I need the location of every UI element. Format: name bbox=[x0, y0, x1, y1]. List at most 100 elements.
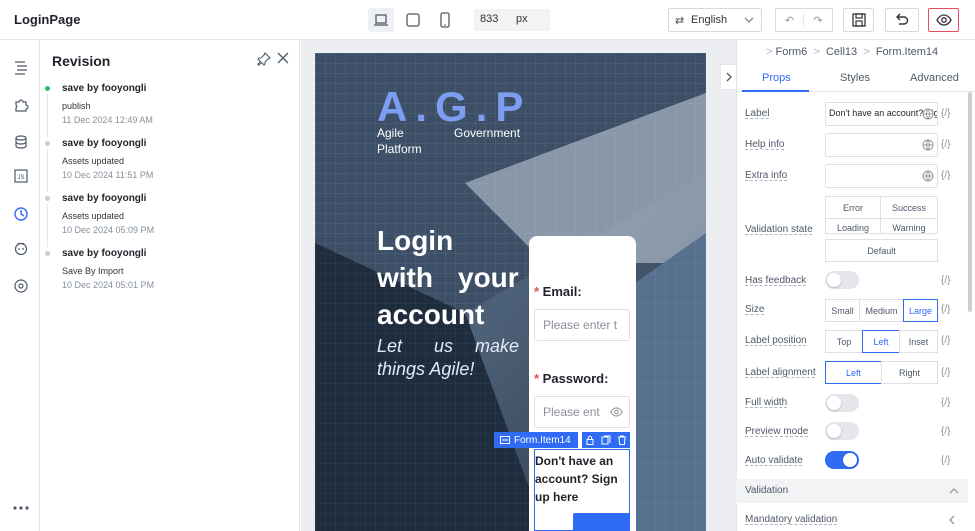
preview-button[interactable] bbox=[928, 8, 959, 32]
globe-icon[interactable] bbox=[922, 108, 934, 120]
globe-icon[interactable] bbox=[922, 139, 934, 151]
validation-warning-option[interactable]: Warning bbox=[880, 218, 938, 234]
mobile-view-button[interactable] bbox=[432, 8, 458, 32]
laptop-icon bbox=[374, 14, 388, 26]
revision-dot bbox=[45, 196, 50, 201]
robot-icon[interactable] bbox=[12, 239, 30, 257]
revision-item[interactable]: save by fooyongli Assets updated 10 Dec … bbox=[40, 137, 300, 192]
globe-icon[interactable] bbox=[922, 170, 934, 182]
publish-button[interactable] bbox=[885, 8, 919, 32]
position-top-option[interactable]: Top bbox=[825, 330, 863, 353]
lock-icon[interactable] bbox=[585, 435, 595, 445]
binding-toggle[interactable]: {/} bbox=[941, 397, 950, 408]
auto-validate-toggle[interactable] bbox=[825, 451, 859, 469]
tagline-platform: Platform bbox=[377, 142, 422, 156]
scrollbar[interactable] bbox=[968, 92, 972, 312]
binding-toggle[interactable]: {/} bbox=[941, 426, 950, 437]
revision-time: 10 Dec 2024 11:51 PM bbox=[62, 170, 154, 180]
datasource-icon[interactable] bbox=[12, 133, 30, 151]
tab-advanced[interactable]: Advanced bbox=[910, 72, 959, 84]
timeline-line bbox=[47, 204, 48, 247]
copy-icon[interactable] bbox=[601, 435, 611, 445]
prop-label-label: Label bbox=[745, 108, 770, 119]
has-feedback-toggle[interactable] bbox=[825, 271, 859, 289]
revision-description: Assets updated bbox=[62, 211, 125, 221]
binding-toggle[interactable]: {/} bbox=[941, 275, 950, 286]
tab-props[interactable]: Props bbox=[762, 72, 791, 84]
compass-icon[interactable] bbox=[12, 277, 30, 295]
extra-info-input[interactable] bbox=[825, 164, 938, 188]
validation-section-title: Validation bbox=[745, 485, 789, 496]
eye-icon[interactable] bbox=[610, 407, 623, 417]
revision-time: 10 Dec 2024 05:09 PM bbox=[62, 225, 155, 235]
revision-item[interactable]: save by fooyongli publish 11 Dec 2024 12… bbox=[40, 82, 300, 137]
validation-error-option[interactable]: Error bbox=[825, 196, 881, 219]
tagline-agile: Agile bbox=[377, 126, 404, 140]
undo-icon[interactable]: ↶ bbox=[776, 13, 805, 27]
size-large-option[interactable]: Large bbox=[903, 299, 938, 322]
align-left-option[interactable]: Left bbox=[825, 361, 882, 384]
validation-default-option[interactable]: Default bbox=[825, 239, 938, 262]
binding-toggle[interactable]: {/} bbox=[941, 139, 950, 150]
signup-link-text[interactable]: Don't have an account? Sign up here bbox=[535, 452, 629, 506]
subtitle-make: make bbox=[475, 336, 520, 356]
more-icon[interactable] bbox=[12, 499, 30, 517]
subtitle-us: us bbox=[434, 336, 454, 356]
size-small-option[interactable]: Small bbox=[825, 299, 860, 322]
desktop-view-button[interactable] bbox=[368, 8, 394, 32]
heading-with: with bbox=[377, 262, 433, 293]
js-code-icon[interactable]: JS bbox=[12, 167, 30, 185]
revision-item[interactable]: save by fooyongli Assets updated 10 Dec … bbox=[40, 192, 300, 247]
breadcrumb-item[interactable]: Form6 bbox=[776, 46, 808, 58]
submit-button[interactable] bbox=[573, 513, 630, 531]
binding-toggle[interactable]: {/} bbox=[941, 108, 950, 119]
size-medium-option[interactable]: Medium bbox=[859, 299, 904, 322]
password-field[interactable]: Please ent bbox=[534, 396, 630, 428]
revision-title: Revision bbox=[52, 53, 111, 69]
delete-icon[interactable] bbox=[617, 435, 627, 445]
help-info-input[interactable] bbox=[825, 133, 938, 157]
position-inset-option[interactable]: Inset bbox=[899, 330, 938, 353]
prop-auto-validate-label: Auto validate bbox=[745, 455, 803, 466]
binding-toggle[interactable]: {/} bbox=[941, 170, 950, 181]
breadcrumb-item[interactable]: Form.Item14 bbox=[876, 46, 938, 58]
label-input[interactable]: Don't have an account? Sign bbox=[825, 102, 938, 126]
components-puzzle-icon[interactable] bbox=[12, 96, 30, 114]
history-clock-icon[interactable] bbox=[12, 205, 30, 223]
position-left-option[interactable]: Left bbox=[862, 330, 900, 353]
revision-item[interactable]: save by fooyongli Save By Import 10 Dec … bbox=[40, 247, 300, 302]
revision-dot bbox=[45, 86, 50, 91]
timeline-line bbox=[47, 94, 48, 137]
close-icon[interactable] bbox=[277, 52, 289, 64]
redo-icon[interactable]: ↷ bbox=[804, 14, 832, 27]
undo-redo-group: ↶ ↷ bbox=[775, 8, 833, 32]
outline-tree-icon[interactable] bbox=[12, 58, 30, 76]
validation-success-option[interactable]: Success bbox=[880, 196, 938, 219]
revision-author: save by fooyongli bbox=[62, 138, 147, 149]
heading-your: your bbox=[458, 262, 519, 293]
binding-toggle[interactable]: {/} bbox=[941, 455, 950, 466]
email-field[interactable]: Please enter t bbox=[534, 309, 630, 341]
align-right-option[interactable]: Right bbox=[881, 361, 938, 384]
revision-description: Assets updated bbox=[62, 156, 125, 166]
tab-styles[interactable]: Styles bbox=[840, 72, 870, 84]
prop-extra-info-label: Extra info bbox=[745, 170, 788, 181]
save-button[interactable] bbox=[843, 8, 874, 32]
selected-component-tag[interactable]: Form.Item14 bbox=[494, 432, 578, 448]
validation-loading-option[interactable]: Loading bbox=[825, 218, 881, 234]
validation-section-header[interactable]: Validation bbox=[736, 479, 968, 503]
binding-toggle[interactable]: {/} bbox=[941, 335, 950, 346]
canvas-width-input[interactable]: 833 px bbox=[474, 9, 550, 31]
app-title: LoginPage bbox=[14, 12, 81, 27]
prop-help-info-label: Help info bbox=[745, 139, 785, 150]
full-width-toggle[interactable] bbox=[825, 394, 859, 412]
binding-toggle[interactable]: {/} bbox=[941, 367, 950, 378]
binding-toggle[interactable]: {/} bbox=[941, 304, 950, 315]
language-select[interactable]: ⇄ English bbox=[668, 8, 762, 32]
logo-text: A.G.P bbox=[377, 83, 532, 130]
pin-icon[interactable] bbox=[257, 52, 271, 66]
breadcrumb-item[interactable]: Cell13 bbox=[826, 46, 857, 58]
chevron-left-icon[interactable] bbox=[948, 514, 956, 526]
preview-mode-toggle[interactable] bbox=[825, 422, 859, 440]
tablet-view-button[interactable] bbox=[400, 8, 426, 32]
